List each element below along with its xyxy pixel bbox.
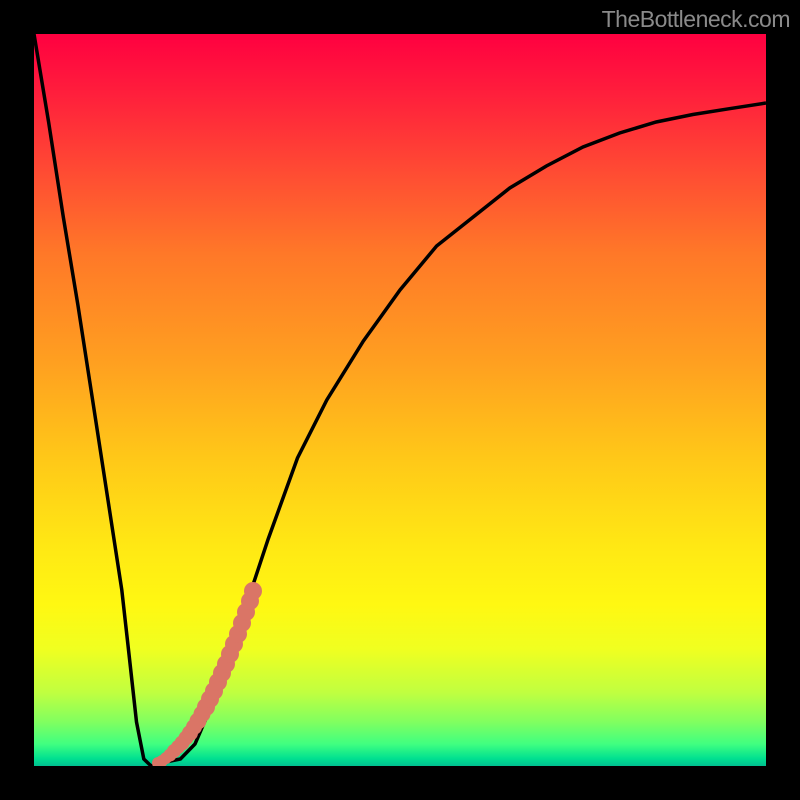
chart-container: TheBottleneck.com: [0, 0, 800, 800]
border-bottom: [0, 766, 800, 800]
bottleneck-curve: [34, 34, 766, 766]
border-right: [766, 0, 800, 800]
curve-svg: [34, 34, 766, 766]
marker-band: [152, 582, 262, 766]
plot-area: [34, 34, 766, 766]
watermark-text: TheBottleneck.com: [602, 6, 790, 33]
border-left: [0, 0, 34, 800]
